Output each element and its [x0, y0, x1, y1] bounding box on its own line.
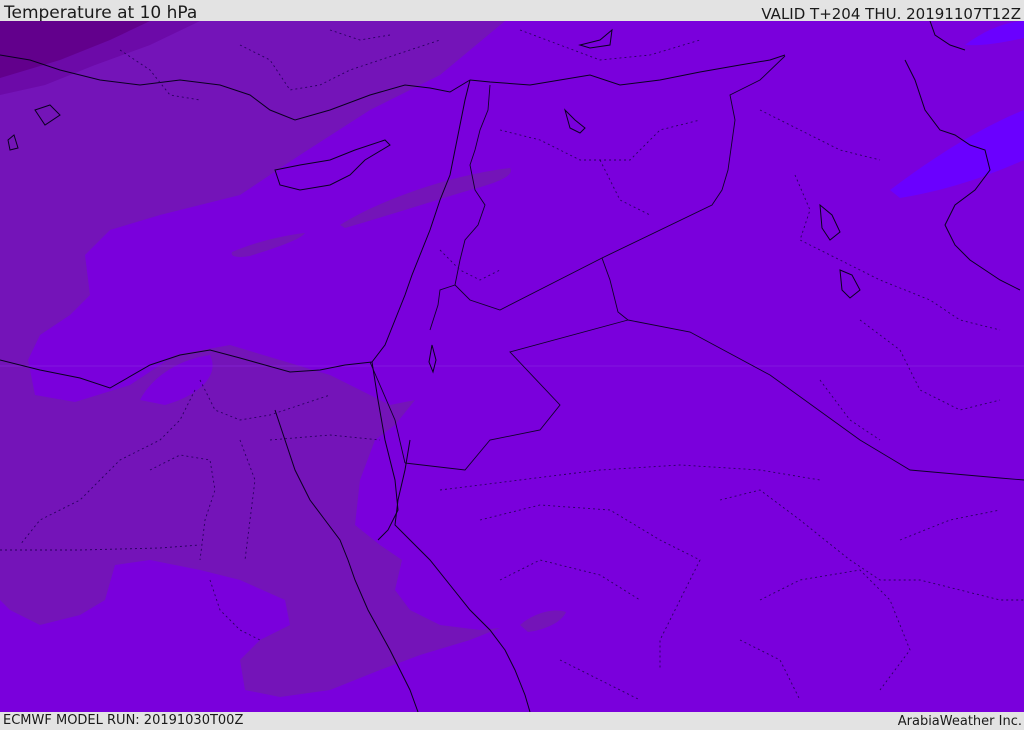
header-bar: Temperature at 10 hPa VALID T+204 THU. 2… [0, 0, 1024, 23]
credit-label: ArabiaWeather Inc. [897, 714, 1022, 729]
map-title: Temperature at 10 hPa [4, 3, 198, 23]
weather-map [0, 21, 1024, 712]
footer-bar: ECMWF MODEL RUN: 20191030T00Z ArabiaWeat… [0, 712, 1024, 729]
model-run-label: ECMWF MODEL RUN: 20191030T00Z [3, 713, 244, 728]
